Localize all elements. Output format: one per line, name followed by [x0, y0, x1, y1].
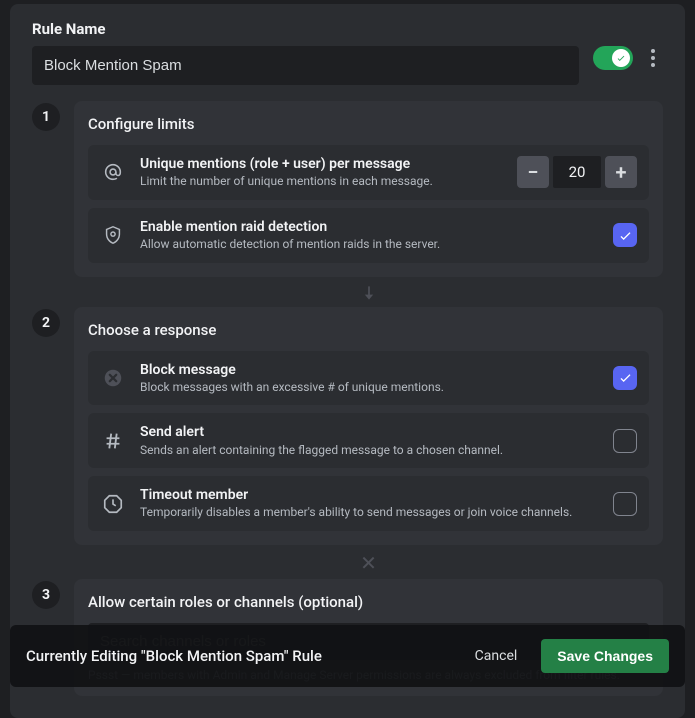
block-icon	[100, 365, 126, 391]
shield-icon	[100, 222, 126, 248]
check-icon	[616, 53, 626, 63]
editing-footer-bar: Currently Editing "Block Mention Spam" R…	[10, 625, 685, 687]
raid-detection-title: Enable mention raid detection	[140, 218, 599, 236]
block-message-title: Block message	[140, 361, 599, 379]
send-alert-checkbox[interactable]	[613, 429, 637, 453]
rule-editor-panel: Rule Name 1 Configure limits Un	[10, 4, 685, 718]
mentions-decrement-button[interactable]: −	[517, 156, 549, 188]
timeout-member-title: Timeout member	[140, 486, 599, 504]
more-options-button[interactable]	[643, 46, 663, 70]
send-alert-desc: Sends an alert containing the flagged me…	[140, 443, 599, 459]
check-icon	[618, 228, 633, 243]
step-number-1: 1	[32, 103, 60, 131]
check-icon	[618, 370, 633, 385]
timeout-icon	[100, 491, 126, 517]
save-changes-button[interactable]: Save Changes	[541, 639, 669, 673]
step-1-body: Configure limits Unique mentions (role +…	[74, 101, 663, 277]
unique-mentions-option: Unique mentions (role + user) per messag…	[88, 145, 649, 200]
rule-name-label: Rule Name	[32, 20, 579, 38]
unique-mentions-title: Unique mentions (role + user) per messag…	[140, 155, 503, 173]
arrow-down-icon	[74, 285, 663, 301]
step-2-body: Choose a response Block message Block me…	[74, 307, 663, 545]
step-3-title: Allow certain roles or channels (optiona…	[88, 593, 649, 611]
block-message-desc: Block messages with an excessive # of un…	[140, 380, 599, 396]
send-alert-option: Send alert Sends an alert containing the…	[88, 413, 649, 468]
block-message-option: Block message Block messages with an exc…	[88, 351, 649, 406]
close-icon: ✕	[74, 551, 663, 575]
editing-footer-text: Currently Editing "Block Mention Spam" R…	[26, 647, 451, 665]
timeout-member-desc: Temporarily disables a member's ability …	[140, 505, 599, 521]
timeout-member-option: Timeout member Temporarily disables a me…	[88, 476, 649, 531]
mentions-stepper: − 20 +	[517, 156, 637, 188]
block-message-checkbox[interactable]	[613, 366, 637, 390]
cancel-button[interactable]: Cancel	[465, 640, 528, 672]
hash-icon	[100, 428, 126, 454]
send-alert-title: Send alert	[140, 423, 599, 441]
step-1-title: Configure limits	[88, 115, 649, 133]
step-number-3: 3	[32, 581, 60, 609]
raid-detection-option: Enable mention raid detection Allow auto…	[88, 208, 649, 263]
step-2-title: Choose a response	[88, 321, 649, 339]
at-icon	[100, 159, 126, 185]
raid-detection-checkbox[interactable]	[613, 223, 637, 247]
raid-detection-desc: Allow automatic detection of mention rai…	[140, 237, 599, 253]
rule-name-input[interactable]	[32, 46, 579, 85]
mentions-value[interactable]: 20	[553, 156, 601, 188]
rule-header: Rule Name	[32, 20, 663, 85]
step-number-2: 2	[32, 309, 60, 337]
timeout-member-checkbox[interactable]	[613, 492, 637, 516]
rule-enabled-toggle[interactable]	[593, 46, 633, 70]
unique-mentions-desc: Limit the number of unique mentions in e…	[140, 174, 503, 190]
mentions-increment-button[interactable]: +	[605, 156, 637, 188]
